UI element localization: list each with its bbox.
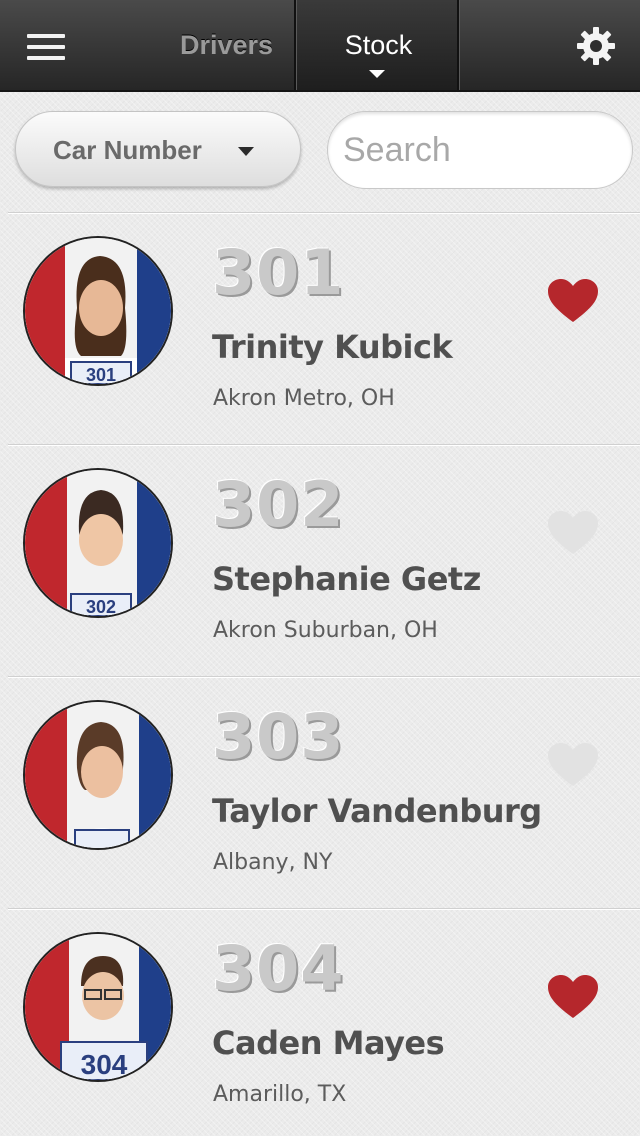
chevron-down-icon <box>238 147 254 156</box>
divider <box>8 212 640 214</box>
list-item[interactable]: 304 304 Caden Mayes Amarillo, TX <box>0 908 640 1136</box>
driver-avatar: 302 <box>23 468 173 618</box>
favorite-heart-icon[interactable] <box>546 742 600 788</box>
favorite-heart-icon[interactable] <box>546 510 600 556</box>
car-number: 301 <box>212 236 345 309</box>
sort-dropdown[interactable]: Car Number <box>15 111 301 187</box>
favorite-heart-icon[interactable] <box>546 974 600 1020</box>
car-number: 303 <box>212 700 345 773</box>
tab-stock[interactable]: Stock <box>296 0 459 90</box>
driver-avatar: 301 <box>23 236 173 386</box>
list-item[interactable]: 302 302 Stephanie Getz Akron Suburban, O… <box>0 444 640 676</box>
driver-avatar <box>23 700 173 850</box>
driver-location: Albany, NY <box>213 850 333 875</box>
gear-icon[interactable] <box>576 26 616 66</box>
divider <box>8 908 640 910</box>
svg-text:304: 304 <box>81 1049 128 1080</box>
caret-down-icon <box>369 70 385 78</box>
divider <box>8 444 640 446</box>
nav-menu-cell: Drivers <box>0 0 296 90</box>
driver-list: 301 301 Trinity Kubick Akron Metro, OH 3… <box>0 212 640 1136</box>
nav-settings-cell <box>459 0 640 90</box>
divider <box>8 676 640 678</box>
hamburger-menu-icon[interactable] <box>27 34 65 60</box>
driver-name: Caden Mayes <box>212 1024 445 1062</box>
car-number: 302 <box>212 468 345 541</box>
top-nav-bar: Drivers Stock <box>0 0 640 92</box>
list-item[interactable]: 303 Taylor Vandenburg Albany, NY <box>0 676 640 908</box>
driver-name: Taylor Vandenburg <box>212 792 542 830</box>
favorite-heart-icon[interactable] <box>546 278 600 324</box>
svg-text:301: 301 <box>86 365 116 385</box>
search-input[interactable] <box>327 111 633 189</box>
driver-name: Stephanie Getz <box>212 560 481 598</box>
car-number: 304 <box>212 932 345 1005</box>
tab-drivers[interactable]: Drivers <box>180 30 273 61</box>
driver-location: Amarillo, TX <box>213 1082 347 1107</box>
driver-name: Trinity Kubick <box>212 328 453 366</box>
driver-avatar: 304 <box>23 932 173 1082</box>
list-item[interactable]: 301 301 Trinity Kubick Akron Metro, OH <box>0 212 640 444</box>
driver-location: Akron Metro, OH <box>213 386 395 411</box>
svg-text:302: 302 <box>86 597 116 617</box>
driver-location: Akron Suburban, OH <box>213 618 438 643</box>
tab-stock-label: Stock <box>344 30 413 60</box>
sort-dropdown-label: Car Number <box>53 135 202 165</box>
